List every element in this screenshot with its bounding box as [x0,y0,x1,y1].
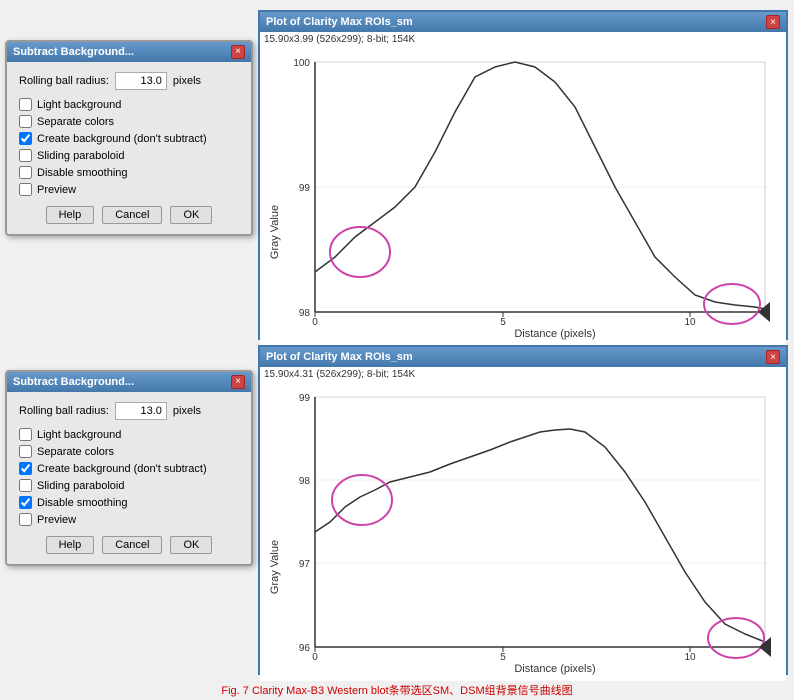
top-checkbox-preview[interactable]: Preview [19,183,239,196]
bottom-checkbox-preview-label: Preview [37,514,76,526]
top-plot-window: Plot of Clarity Max ROIs_sm × 15.90x3.99… [258,10,788,340]
top-help-button[interactable]: Help [46,206,95,224]
top-plot-svg: Gray Value Distance (pixels) 100 99 98 0… [260,47,790,343]
bottom-checkbox-disable-smoothing[interactable]: Disable smoothing [19,496,239,509]
top-checkbox-create-bg-label: Create background (don't subtract) [37,133,207,145]
bottom-checkbox-separate-colors-input[interactable] [19,445,32,458]
bottom-plot-title-bar: Plot of Clarity Max ROIs_sm × [260,347,786,367]
top-checkbox-light-bg[interactable]: Light background [19,98,239,111]
top-plot-area: Gray Value Distance (pixels) 100 99 98 0… [260,47,786,346]
bottom-checkbox-preview[interactable]: Preview [19,513,239,526]
bottom-rolling-ball-label: Rolling ball radius: [19,405,109,417]
top-subtract-background-dialog: Subtract Background... × Rolling ball ra… [5,40,253,236]
top-dialog-title-bar: Subtract Background... × [7,42,251,62]
bottom-dialog-title: Subtract Background... [13,376,134,388]
bottom-plot-svg: Gray Value Distance (pixels) 99 98 97 96… [260,382,790,678]
bottom-plot-info: 15.90x4.31 (526x299); 8-bit; 154K [260,367,786,382]
top-checkbox-sliding-paraboloid[interactable]: Sliding paraboloid [19,149,239,162]
top-checkbox-group: Light background Separate colors Create … [19,98,239,196]
svg-text:99: 99 [299,393,311,404]
bottom-checkbox-separate-colors-label: Separate colors [37,446,114,458]
top-checkbox-disable-smoothing[interactable]: Disable smoothing [19,166,239,179]
svg-text:100: 100 [293,58,310,69]
bottom-plot-close-button[interactable]: × [766,350,780,364]
top-plot-close-button[interactable]: × [766,15,780,29]
top-checkbox-preview-label: Preview [37,184,76,196]
bottom-rolling-ball-input[interactable] [115,402,167,420]
top-dialog-close-button[interactable]: × [231,45,245,59]
top-checkbox-sliding-paraboloid-input[interactable] [19,149,32,162]
bottom-checkbox-light-bg[interactable]: Light background [19,428,239,441]
top-rolling-ball-input[interactable] [115,72,167,90]
bottom-y-axis-label: Gray Value [269,540,281,594]
top-x-axis-label: Distance (pixels) [514,328,595,340]
bottom-subtract-background-dialog: Subtract Background... × Rolling ball ra… [5,370,253,566]
svg-text:98: 98 [299,308,311,319]
bottom-checkbox-create-bg[interactable]: Create background (don't subtract) [19,462,239,475]
bottom-plot-window: Plot of Clarity Max ROIs_sm × 15.90x4.31… [258,345,788,675]
svg-text:0: 0 [312,317,318,328]
top-checkbox-light-bg-input[interactable] [19,98,32,111]
top-plot-title: Plot of Clarity Max ROIs_sm [266,16,413,28]
top-checkbox-light-bg-label: Light background [37,99,121,111]
bottom-checkbox-create-bg-input[interactable] [19,462,32,475]
top-rolling-ball-label: Rolling ball radius: [19,75,109,87]
bottom-checkbox-create-bg-label: Create background (don't subtract) [37,463,207,475]
top-rolling-ball-unit: pixels [173,75,201,87]
bottom-dialog-title-bar: Subtract Background... × [7,372,251,392]
top-dialog-title: Subtract Background... [13,46,134,58]
svg-text:5: 5 [500,317,506,328]
bottom-rolling-ball-unit: pixels [173,405,201,417]
svg-text:98: 98 [299,476,311,487]
svg-text:0: 0 [312,652,318,663]
top-checkbox-disable-smoothing-label: Disable smoothing [37,167,128,179]
top-checkbox-create-bg-input[interactable] [19,132,32,145]
bottom-dialog-buttons: Help Cancel OK [19,536,239,554]
top-checkbox-sliding-paraboloid-label: Sliding paraboloid [37,150,124,162]
bottom-plot-title: Plot of Clarity Max ROIs_sm [266,351,413,363]
top-ok-button[interactable]: OK [170,206,212,224]
svg-text:99: 99 [299,183,311,194]
top-plot-title-bar: Plot of Clarity Max ROIs_sm × [260,12,786,32]
bottom-checkbox-light-bg-label: Light background [37,429,121,441]
figure-caption: Fig. 7 Clarity Max-B3 Western blot条带选区SM… [0,682,794,698]
bottom-checkbox-sliding-paraboloid-input[interactable] [19,479,32,492]
top-dialog-buttons: Help Cancel OK [19,206,239,224]
bottom-x-axis-label: Distance (pixels) [514,663,595,675]
bottom-checkbox-separate-colors[interactable]: Separate colors [19,445,239,458]
top-checkbox-separate-colors-label: Separate colors [37,116,114,128]
top-y-axis-label: Gray Value [269,205,281,259]
bottom-checkbox-disable-smoothing-label: Disable smoothing [37,497,128,509]
top-checkbox-create-bg[interactable]: Create background (don't subtract) [19,132,239,145]
top-checkbox-preview-input[interactable] [19,183,32,196]
svg-text:97: 97 [299,559,311,570]
bottom-cancel-button[interactable]: Cancel [102,536,162,554]
bottom-plot-bg [315,397,765,647]
top-checkbox-disable-smoothing-input[interactable] [19,166,32,179]
bottom-dialog-close-button[interactable]: × [231,375,245,389]
bottom-checkbox-sliding-paraboloid-label: Sliding paraboloid [37,480,124,492]
bottom-plot-area: Gray Value Distance (pixels) 99 98 97 96… [260,382,786,681]
svg-text:5: 5 [500,652,506,663]
bottom-checkbox-light-bg-input[interactable] [19,428,32,441]
bottom-help-button[interactable]: Help [46,536,95,554]
bottom-checkbox-group: Light background Separate colors Create … [19,428,239,526]
top-checkbox-separate-colors[interactable]: Separate colors [19,115,239,128]
bottom-checkbox-sliding-paraboloid[interactable]: Sliding paraboloid [19,479,239,492]
top-checkbox-separate-colors-input[interactable] [19,115,32,128]
svg-text:10: 10 [684,652,696,663]
top-plot-info: 15.90x3.99 (526x299); 8-bit; 154K [260,32,786,47]
top-cancel-button[interactable]: Cancel [102,206,162,224]
bottom-ok-button[interactable]: OK [170,536,212,554]
bottom-checkbox-preview-input[interactable] [19,513,32,526]
svg-text:96: 96 [299,643,311,654]
bottom-checkbox-disable-smoothing-input[interactable] [19,496,32,509]
svg-text:10: 10 [684,317,696,328]
